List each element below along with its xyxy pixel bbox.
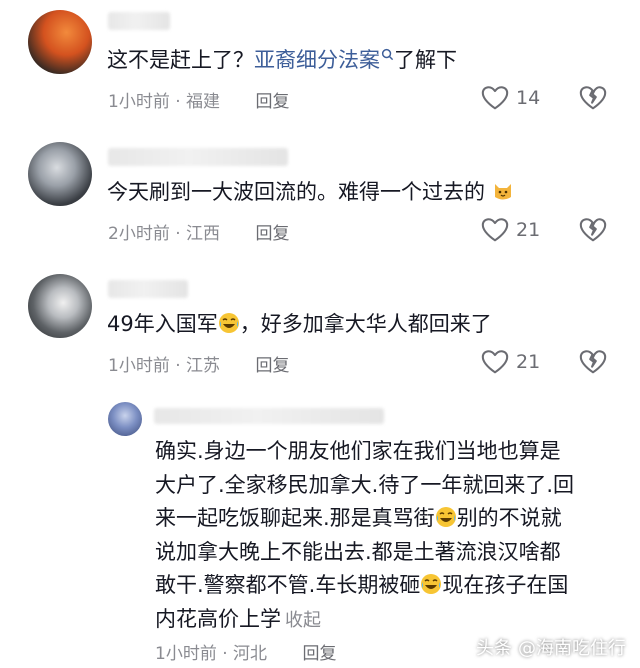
search-link[interactable]: 亚裔细分法案 (254, 48, 394, 72)
reply-location: 河北 (233, 644, 268, 664)
username-blurred[interactable] (108, 12, 170, 30)
collapse-button[interactable]: 收起 (285, 610, 321, 631)
meta-separator: · (175, 92, 181, 112)
avatar[interactable] (28, 142, 92, 206)
comment-meta: 1小时前 · 江苏 回复 (108, 351, 289, 376)
reply-meta: 1小时前 · 河北 回复 (155, 639, 336, 664)
meta-separator: · (222, 644, 228, 664)
comment-item: 这不是赶上了？亚裔细分法案 了解下 1小时前 · 福建 回复 14 (0, 0, 640, 120)
reply-text: 确实.身边一个朋友他们家在我们当地也算是 大户了.全家移民加拿大.待了一年就回来… (155, 435, 574, 637)
like-count: 21 (516, 219, 541, 241)
reply-line: 来一起吃饭聊起来.那是真骂街 别的不说就 (155, 506, 562, 530)
comment-item: 今天刷到一大波回流的。难得一个过去的 2小时前 · 江西 回复 21 (0, 132, 640, 252)
comment-item: 49年入国军 ，好多加拿大华人都回来了 1小时前 · 江苏 回复 21 (0, 264, 640, 384)
broken-heart-icon (579, 218, 607, 242)
dislike-button[interactable] (578, 347, 608, 381)
comment-location: 福建 (186, 92, 221, 112)
laughing-crying-face-icon (435, 507, 456, 527)
comment-text: 这不是赶上了？亚裔细分法案 了解下 (107, 48, 457, 72)
reply-line: 确实.身边一个朋友他们家在我们当地也算是 (155, 439, 561, 463)
heart-outline-icon (481, 218, 509, 242)
comment-location: 江苏 (186, 356, 221, 376)
comment-time: 1小时前 (108, 356, 170, 376)
meta-separator: · (175, 224, 181, 244)
avatar[interactable] (28, 274, 92, 338)
comment-meta: 2小时前 · 江西 回复 (108, 219, 289, 244)
dislike-button[interactable] (578, 215, 608, 249)
comment-meta: 1小时前 · 福建 回复 (108, 87, 289, 112)
reply-line: 内花高价上学 收起 (155, 606, 321, 631)
comment-text: 49年入国军 ，好多加拿大华人都回来了 (107, 312, 492, 336)
comment-time: 2小时前 (108, 224, 170, 244)
comment-text: 今天刷到一大波回流的。难得一个过去的 (107, 176, 514, 208)
broken-heart-icon (579, 350, 607, 374)
heart-outline-icon (481, 350, 509, 374)
username-blurred[interactable] (108, 280, 188, 298)
search-icon (381, 48, 394, 61)
laughing-crying-face-icon (421, 574, 442, 594)
reply-line: 敢干.警察都不管.车长期被砸 现在孩子在国 (155, 573, 569, 597)
reply-button[interactable]: 回复 (255, 224, 289, 244)
username-blurred[interactable] (108, 148, 288, 166)
reply-username-blurred[interactable] (154, 408, 384, 424)
like-count: 21 (516, 351, 541, 373)
like-button[interactable]: 21 (480, 215, 540, 245)
watermark-prefix: 头条 (476, 638, 512, 659)
reply-button[interactable]: 回复 (255, 356, 289, 376)
comment-time: 1小时前 (108, 92, 170, 112)
reply-avatar[interactable] (108, 402, 142, 436)
reply-item: 确实.身边一个朋友他们家在我们当地也算是 大户了.全家移民加拿大.待了一年就回来… (0, 396, 640, 668)
reply-time: 1小时前 (155, 644, 217, 664)
reply-button[interactable]: 回复 (255, 92, 289, 112)
broken-heart-icon (579, 86, 607, 110)
like-button[interactable]: 14 (480, 83, 540, 113)
comment-location: 江西 (186, 224, 221, 244)
meta-separator: · (175, 356, 181, 376)
cat-face-icon (494, 184, 511, 200)
heart-outline-icon (481, 86, 509, 110)
reply-button[interactable]: 回复 (302, 644, 336, 664)
reply-line: 说加拿大晚上不能出去.都是土著流浪汉啥都 (155, 539, 561, 564)
like-count: 14 (516, 87, 541, 109)
watermark: 头条 @海南吃住行 (476, 634, 626, 660)
avatar[interactable] (28, 10, 92, 74)
reply-line: 大户了.全家移民加拿大.待了一年就回来了.回 (155, 472, 575, 497)
watermark-handle: @海南吃住行 (518, 638, 626, 659)
dislike-button[interactable] (578, 83, 608, 117)
like-button[interactable]: 21 (480, 347, 540, 377)
laughing-crying-face-icon (218, 313, 239, 333)
